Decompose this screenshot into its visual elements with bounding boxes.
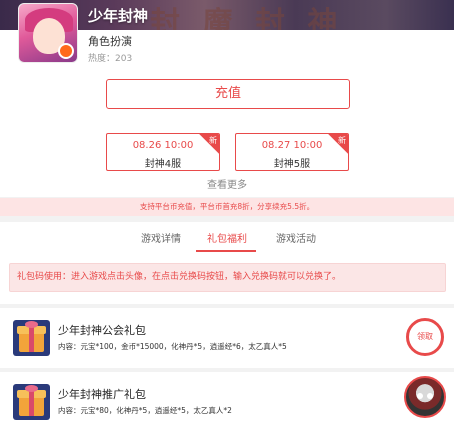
giftcode-usage-tip: 礼包码使用：进入游戏点击头像，在点击兑换码按钮，输入兑换码就可以兑换了。 [9, 263, 446, 292]
recharge-notice: 支持平台币充值，平台币首充8折，分享续充5.5折。 [0, 198, 454, 216]
banner-decoration-text: 封 魔 封 神 [150, 6, 344, 30]
tab-bar: 游戏详情 礼包福利 游戏活动 [0, 222, 454, 252]
tab-gift-benefits[interactable]: 礼包福利 [207, 230, 247, 245]
server-open-time: 08.27 10:00 [261, 140, 323, 151]
gift-box-icon [13, 320, 50, 356]
app-genre: 角色扮演 [88, 35, 132, 48]
gift-content: 内容：元宝*80，化神丹*5，逍遥经*5，太乙真人*2 [58, 406, 232, 415]
new-tag: 新 [209, 136, 217, 145]
main-card: 充值 08.26 10:00 封神4服 新 08.27 10:00 封神5服 新… [0, 70, 454, 197]
view-more-link[interactable]: 查看更多 [0, 176, 454, 191]
floating-assistant-icon[interactable] [404, 376, 446, 418]
tab-game-details[interactable]: 游戏详情 [141, 230, 181, 245]
gift-content: 内容：元宝*100，金币*15000，化神丹*5，逍遥经*6，太乙真人*5 [58, 342, 287, 351]
app-heat: 热度：203 [88, 54, 133, 64]
tab-game-events[interactable]: 游戏活动 [276, 230, 316, 245]
recharge-button[interactable]: 充值 [106, 79, 350, 109]
giftcode-section: 礼包码使用：进入游戏点击头像，在点击兑换码按钮，输入兑换码就可以兑换了。 [0, 252, 454, 304]
server-open-time: 08.26 10:00 [132, 140, 194, 151]
gift-name: 少年封神推广礼包 [58, 388, 146, 401]
claim-button[interactable]: 领取 [406, 318, 444, 356]
server-name: 封神4服 [144, 159, 182, 170]
gift-name: 少年封神公会礼包 [58, 324, 146, 337]
server-card-1[interactable]: 08.26 10:00 封神4服 新 [106, 133, 220, 171]
app-icon [18, 3, 78, 63]
server-card-2[interactable]: 08.27 10:00 封神5服 新 [235, 133, 349, 171]
gift-item: 少年封神推广礼包 内容：元宝*80，化神丹*5，逍遥经*5，太乙真人*2 [0, 372, 454, 423]
platform-badge-icon [58, 43, 74, 59]
gift-box-icon [13, 384, 50, 420]
gift-item: 少年封神公会礼包 内容：元宝*100，金币*15000，化神丹*5，逍遥经*6，… [0, 308, 454, 368]
app-title: 少年封神 [88, 7, 149, 25]
new-tag: 新 [338, 136, 346, 145]
server-name: 封神5服 [273, 159, 311, 170]
